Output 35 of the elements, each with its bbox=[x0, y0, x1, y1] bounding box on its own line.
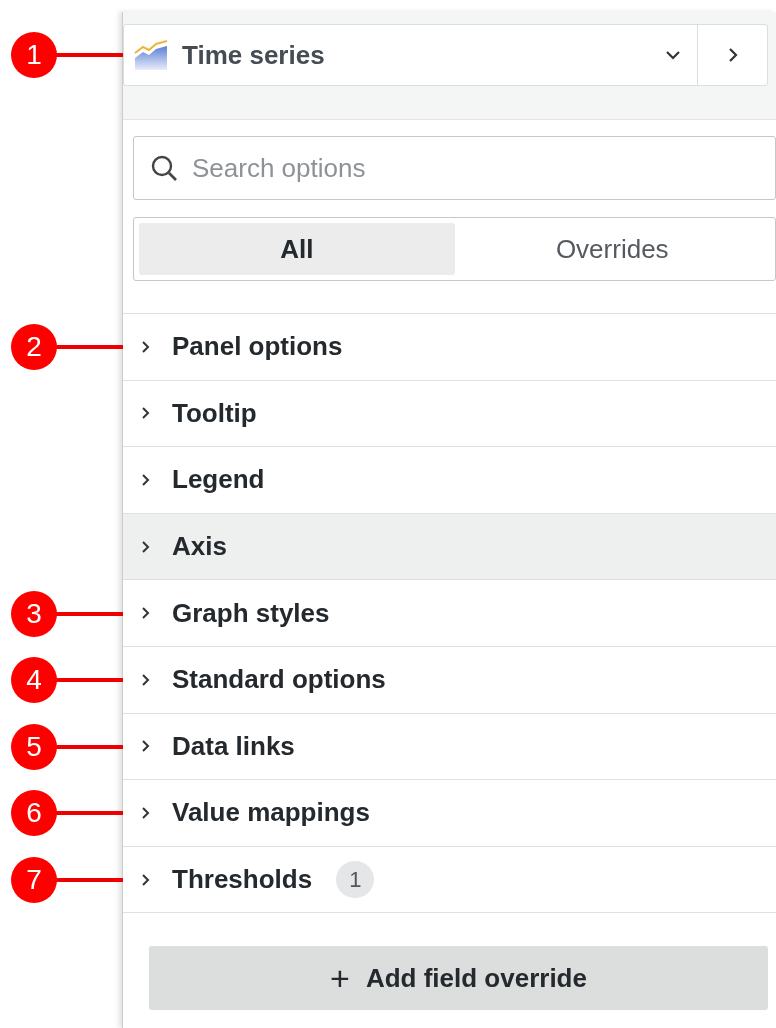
section-header[interactable]: Data links bbox=[123, 713, 776, 781]
visualization-name[interactable]: Time series bbox=[182, 35, 325, 75]
section-title: Axis bbox=[172, 530, 227, 564]
callout-number: 5 bbox=[11, 723, 57, 770]
section-title: Tooltip bbox=[172, 396, 257, 430]
section-title: Standard options bbox=[172, 663, 386, 697]
count-badge: 1 bbox=[336, 861, 375, 899]
tab[interactable]: All bbox=[139, 223, 455, 275]
section-title: Legend bbox=[172, 463, 265, 497]
chevron-down-icon[interactable] bbox=[665, 50, 681, 60]
tab[interactable]: Overrides bbox=[454, 223, 770, 275]
callout-number: 3 bbox=[11, 590, 57, 637]
section-title: Graph styles bbox=[172, 596, 330, 630]
section-header[interactable]: Standard options bbox=[123, 646, 776, 714]
search-field[interactable]: Search options bbox=[133, 136, 776, 200]
section-header[interactable]: Graph styles bbox=[123, 580, 776, 647]
section-header[interactable]: Axis bbox=[123, 513, 776, 581]
callout-number: 1 bbox=[11, 32, 57, 78]
add-field-override-button[interactable]: + Add field override bbox=[149, 946, 768, 1011]
area-chart-icon bbox=[134, 40, 168, 70]
section-header[interactable]: Value mappings bbox=[123, 780, 776, 847]
callout-number: 2 bbox=[11, 324, 57, 371]
section-title: Data links bbox=[172, 729, 295, 763]
section-header[interactable]: Panel options bbox=[123, 314, 776, 381]
callout-number: 4 bbox=[11, 657, 57, 704]
section-title: Value mappings bbox=[172, 796, 370, 830]
callout-number: 7 bbox=[11, 857, 57, 904]
section-title: Thresholds bbox=[172, 863, 313, 897]
search-icon bbox=[150, 154, 178, 182]
section-title: Panel options bbox=[172, 330, 343, 364]
section-header[interactable]: Thresholds 1 bbox=[123, 846, 776, 914]
callout-number: 6 bbox=[11, 790, 57, 837]
section-header[interactable]: Tooltip bbox=[123, 380, 776, 448]
chevron-right-icon bbox=[727, 47, 738, 63]
section-header[interactable]: Legend bbox=[123, 447, 776, 514]
